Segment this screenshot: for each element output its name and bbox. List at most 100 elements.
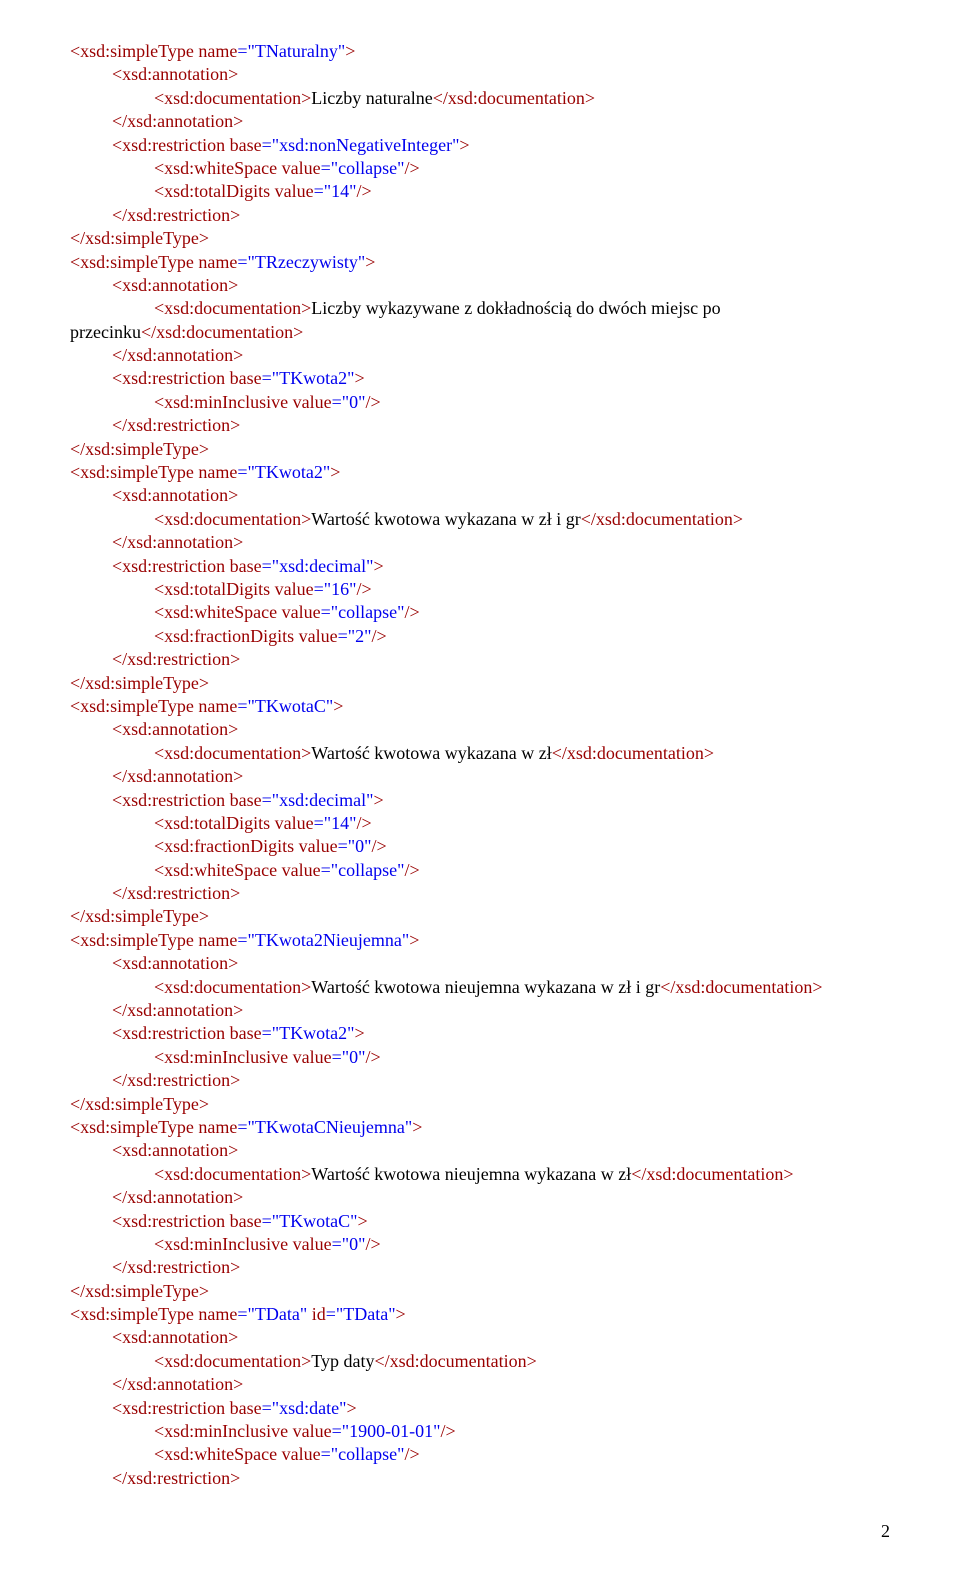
document-body: <xsd:simpleType name="TNaturalny"><xsd:a… bbox=[70, 40, 890, 1490]
code-line: <xsd:annotation> bbox=[70, 1326, 890, 1349]
code-line: <xsd:simpleType name="TKwotaC"> bbox=[70, 695, 890, 718]
code-token: ="xsd:nonNegativeInteger" bbox=[262, 135, 460, 155]
code-token: </xsd:restriction> bbox=[112, 649, 240, 669]
code-token: <xsd:documentation> bbox=[154, 1351, 311, 1371]
code-token: ="collapse" bbox=[321, 860, 405, 880]
code-line: <xsd:documentation>Liczby wykazywane z d… bbox=[70, 297, 890, 320]
code-token: ="collapse" bbox=[321, 602, 405, 622]
code-token: ="0" bbox=[338, 836, 372, 856]
code-token: <xsd:restriction base bbox=[112, 1023, 262, 1043]
code-line: </xsd:restriction> bbox=[70, 1069, 890, 1092]
code-token: <xsd:restriction base bbox=[112, 790, 262, 810]
code-line: <xsd:restriction base="TKwotaC"> bbox=[70, 1210, 890, 1233]
code-token: Wartość kwotowa wykazana w zł bbox=[311, 743, 551, 763]
code-token: <xsd:restriction base bbox=[112, 556, 262, 576]
code-token: /> bbox=[404, 1444, 419, 1464]
code-line: </xsd:restriction> bbox=[70, 414, 890, 437]
code-token: </xsd:simpleType> bbox=[70, 439, 209, 459]
code-line: </xsd:simpleType> bbox=[70, 672, 890, 695]
code-token: Typ daty bbox=[311, 1351, 374, 1371]
code-token: </xsd:annotation> bbox=[112, 1374, 243, 1394]
code-line: <xsd:simpleType name="TRzeczywisty"> bbox=[70, 251, 890, 274]
code-token: /> bbox=[357, 813, 372, 833]
code-token: > bbox=[346, 1398, 356, 1418]
code-token: > bbox=[330, 462, 340, 482]
code-token: ="TKwota2" bbox=[237, 462, 330, 482]
code-token: <xsd:simpleType name bbox=[70, 252, 237, 272]
code-token: <xsd:annotation> bbox=[112, 1140, 238, 1160]
code-token: <xsd:totalDigits value bbox=[154, 813, 314, 833]
code-token: <xsd:restriction base bbox=[112, 1398, 262, 1418]
code-token: > bbox=[365, 252, 375, 272]
code-line: <xsd:totalDigits value="14"/> bbox=[70, 812, 890, 835]
code-line: </xsd:simpleType> bbox=[70, 1093, 890, 1116]
code-token: <xsd:documentation> bbox=[154, 977, 311, 997]
code-line: </xsd:annotation> bbox=[70, 344, 890, 367]
code-token: ="xsd:date" bbox=[262, 1398, 347, 1418]
code-line: <xsd:restriction base="xsd:nonNegativeIn… bbox=[70, 134, 890, 157]
code-token: <xsd:totalDigits value bbox=[154, 181, 314, 201]
code-line: </xsd:simpleType> bbox=[70, 905, 890, 928]
code-token: ="TNaturalny" bbox=[237, 41, 345, 61]
code-line: <xsd:annotation> bbox=[70, 718, 890, 741]
code-token: </xsd:restriction> bbox=[112, 1468, 240, 1488]
code-token: <xsd:restriction base bbox=[112, 135, 262, 155]
code-token: <xsd:annotation> bbox=[112, 485, 238, 505]
code-token: </xsd:simpleType> bbox=[70, 1094, 209, 1114]
code-token: > bbox=[396, 1304, 406, 1324]
code-token: <xsd:whiteSpace value bbox=[154, 602, 321, 622]
code-token: > bbox=[373, 790, 383, 810]
code-token: <xsd:minInclusive value bbox=[154, 392, 332, 412]
code-line: <xsd:simpleType name="TData" id="TData"> bbox=[70, 1303, 890, 1326]
code-line: </xsd:simpleType> bbox=[70, 1280, 890, 1303]
code-token: <xsd:annotation> bbox=[112, 64, 238, 84]
code-token: <xsd:restriction base bbox=[112, 1211, 262, 1231]
code-token: /> bbox=[404, 602, 419, 622]
code-token: </xsd:simpleType> bbox=[70, 228, 209, 248]
code-token: > bbox=[412, 1117, 422, 1137]
code-line: <xsd:documentation>Wartość kwotowa nieuj… bbox=[70, 1163, 890, 1186]
code-token: </xsd:simpleType> bbox=[70, 673, 209, 693]
code-token: <xsd:annotation> bbox=[112, 1327, 238, 1347]
code-token: <xsd:minInclusive value bbox=[154, 1047, 332, 1067]
code-line: <xsd:whiteSpace value="collapse"/> bbox=[70, 859, 890, 882]
code-token: ="TKwota2" bbox=[262, 368, 355, 388]
code-token: ="xsd:decimal" bbox=[262, 556, 374, 576]
code-line: <xsd:documentation>Typ daty</xsd:documen… bbox=[70, 1350, 890, 1373]
code-token: <xsd:simpleType name bbox=[70, 930, 237, 950]
code-token: <xsd:annotation> bbox=[112, 953, 238, 973]
code-token: <xsd:simpleType name bbox=[70, 41, 237, 61]
code-token: </xsd:documentation> bbox=[433, 88, 595, 108]
code-line: </xsd:annotation> bbox=[70, 999, 890, 1022]
code-token: <xsd:minInclusive value bbox=[154, 1234, 332, 1254]
code-line: </xsd:annotation> bbox=[70, 1373, 890, 1396]
code-token: ="0" bbox=[332, 1234, 366, 1254]
code-token: </xsd:documentation> bbox=[375, 1351, 537, 1371]
code-token: <xsd:restriction base bbox=[112, 368, 262, 388]
code-line: </xsd:annotation> bbox=[70, 531, 890, 554]
code-line: </xsd:annotation> bbox=[70, 1186, 890, 1209]
code-token: <xsd:whiteSpace value bbox=[154, 860, 321, 880]
code-token: </xsd:annotation> bbox=[112, 345, 243, 365]
code-token: <xsd:documentation> bbox=[154, 298, 311, 318]
code-token: ="TKwotaC" bbox=[262, 1211, 358, 1231]
code-token: ="14" bbox=[314, 181, 357, 201]
code-token: <xsd:simpleType name bbox=[70, 1117, 237, 1137]
code-line: <xsd:whiteSpace value="collapse"/> bbox=[70, 601, 890, 624]
code-line: <xsd:whiteSpace value="collapse"/> bbox=[70, 1443, 890, 1466]
code-line: <xsd:documentation>Liczby naturalne</xsd… bbox=[70, 87, 890, 110]
code-token: ="0" bbox=[332, 1047, 366, 1067]
code-line: <xsd:restriction base="xsd:decimal"> bbox=[70, 789, 890, 812]
code-line: <xsd:totalDigits value="14"/> bbox=[70, 180, 890, 203]
code-token: </xsd:restriction> bbox=[112, 1257, 240, 1277]
code-token: > bbox=[409, 930, 419, 950]
code-token: <xsd:simpleType name bbox=[70, 1304, 237, 1324]
code-token: </xsd:annotation> bbox=[112, 1000, 243, 1020]
code-line: <xsd:totalDigits value="16"/> bbox=[70, 578, 890, 601]
code-token: <xsd:documentation> bbox=[154, 1164, 311, 1184]
code-token: <xsd:simpleType name bbox=[70, 462, 237, 482]
code-line: </xsd:restriction> bbox=[70, 204, 890, 227]
code-line: </xsd:restriction> bbox=[70, 1467, 890, 1490]
code-line: <xsd:restriction base="TKwota2"> bbox=[70, 1022, 890, 1045]
code-token: </xsd:documentation> bbox=[660, 977, 822, 997]
